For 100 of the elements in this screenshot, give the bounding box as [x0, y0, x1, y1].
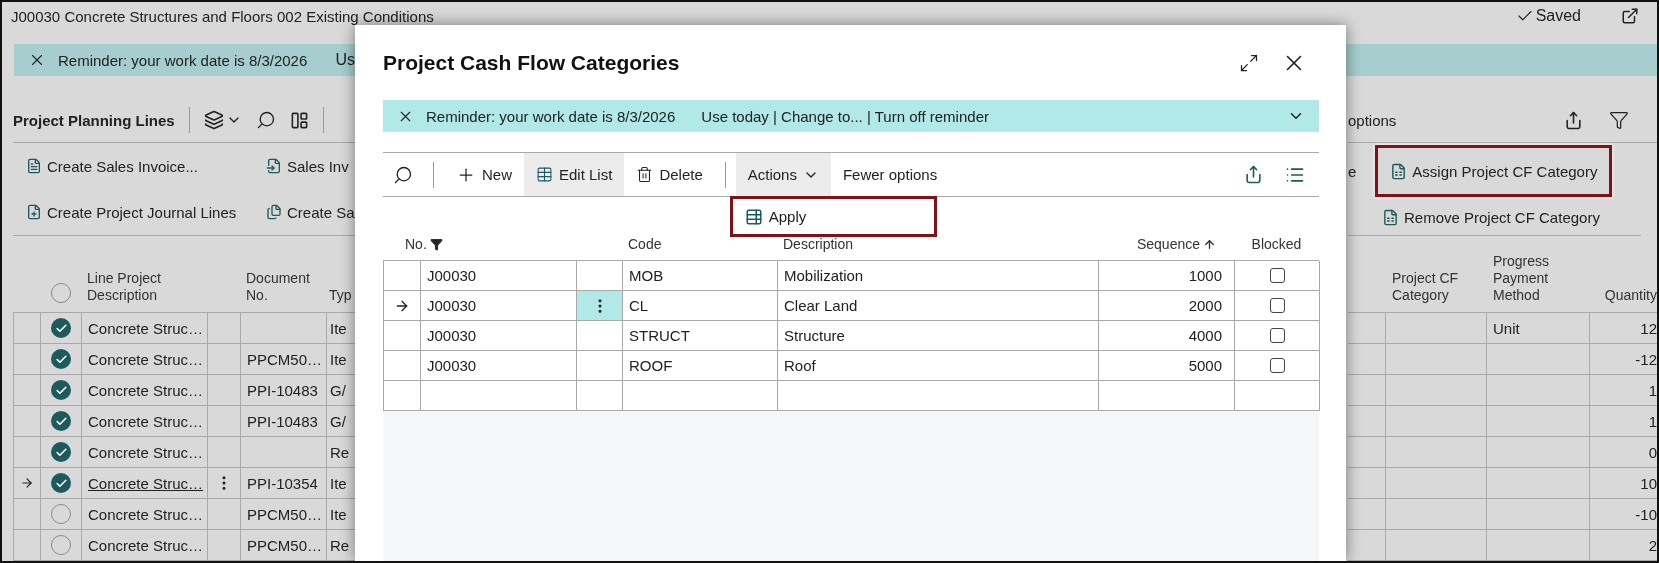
menu-item[interactable]: Apply — [729, 196, 937, 237]
column-header[interactable]: Blocked — [1251, 236, 1302, 252]
table-cell — [1348, 499, 1386, 530]
check-icon — [54, 476, 68, 490]
table-cell: CL — [623, 291, 778, 321]
table-cell: Concrete Struc… — [82, 437, 208, 468]
row-checkbox[interactable] — [51, 380, 71, 400]
document-icon — [26, 204, 42, 220]
reminder-text: Reminder: your work date is 8/3/2026 — [426, 107, 676, 125]
trash-icon — [636, 166, 654, 183]
toolbar-button[interactable]: Actions — [735, 153, 831, 196]
table-cell: 5000 — [1099, 351, 1235, 381]
toolbar-button[interactable]: Edit List — [524, 153, 625, 196]
document-icon — [1382, 208, 1399, 226]
table-cell: Roof — [778, 351, 1099, 381]
check-icon — [54, 383, 68, 397]
action-button[interactable]: Remove Project CF Category — [1382, 199, 1641, 235]
action-button-fragment[interactable]: e — [1348, 162, 1357, 180]
share-icon[interactable] — [1244, 165, 1263, 184]
table-cell: Concrete Struc… — [82, 406, 208, 437]
layers-icon[interactable] — [203, 110, 224, 130]
toolbar-button[interactable]: New — [444, 153, 524, 196]
table-cell: 1 — [1590, 406, 1657, 437]
reminder-text: Reminder: your work date is 8/3/2026 — [58, 51, 308, 69]
table-cell: Structure — [778, 321, 1099, 351]
column-header[interactable]: Description — [783, 236, 854, 252]
table-cell — [208, 344, 241, 375]
action-button[interactable]: Create Sa — [266, 194, 358, 230]
filter-icon[interactable] — [1609, 110, 1629, 130]
reminder-link[interactable]: Us — [335, 51, 355, 69]
column-header: Progress Payment Method — [1492, 253, 1551, 304]
column-header[interactable]: Sequence — [1136, 236, 1228, 252]
search-icon[interactable] — [393, 164, 413, 185]
table-cell: MOB — [623, 261, 778, 291]
toolbar-button[interactable]: Delete — [624, 153, 715, 196]
action-button[interactable]: Sales Inv — [266, 148, 358, 184]
blocked-checkbox[interactable] — [1269, 268, 1285, 283]
reminder-links[interactable]: Use today | Change to... | Turn off reminder — [701, 107, 989, 125]
table-cell: Concrete Struc… — [82, 530, 208, 561]
table-cell: 0 — [1590, 437, 1657, 468]
share-icon[interactable] — [1564, 110, 1583, 130]
table-cell: STRUCT — [623, 321, 778, 351]
column-header[interactable]: No. — [405, 236, 443, 252]
action-button[interactable]: Assign Project CF Category — [1375, 145, 1613, 197]
table-cell: PPCM50… — [241, 344, 327, 375]
table-cell: 1 — [1590, 375, 1657, 406]
table-cell: 10 — [1590, 468, 1657, 499]
more-options-link[interactable]: options — [1348, 111, 1397, 129]
check-icon — [54, 414, 68, 428]
blocked-checkbox[interactable] — [1269, 358, 1285, 373]
document-icon — [26, 158, 42, 174]
column-header: Project CF Category — [1391, 270, 1460, 304]
action-button[interactable]: Create Sales Invoice... — [26, 148, 266, 184]
table-cell: J00030 — [421, 321, 577, 351]
table-cell: ROOF — [623, 351, 778, 381]
check-icon — [54, 445, 68, 459]
table-cell — [1348, 375, 1386, 406]
saved-status: Saved — [1535, 7, 1581, 25]
row-checkbox[interactable] — [51, 349, 71, 369]
table-cell: Concrete Struc… — [82, 499, 208, 530]
open-window-icon[interactable] — [1621, 7, 1639, 25]
table-cell: Mobilization — [778, 261, 1099, 291]
action-button[interactable]: Create Project Journal Lines — [26, 194, 266, 230]
table-cell: Unit — [1487, 313, 1590, 344]
table-cell: PPI-10483 — [241, 375, 327, 406]
table-icon — [744, 207, 763, 226]
page-title: J00030 Concrete Structures and Floors 002 Existing Conditions — [11, 7, 434, 25]
search-icon[interactable] — [255, 110, 276, 130]
document-icon — [266, 158, 282, 174]
column-header: Typ — [328, 287, 353, 304]
column-header: Quantity — [1603, 287, 1657, 304]
expand-icon[interactable] — [1239, 52, 1259, 73]
blocked-checkbox[interactable] — [1269, 298, 1285, 313]
table-cell: PPCM50… — [241, 499, 327, 530]
table-cell — [1348, 406, 1386, 437]
check-icon — [54, 321, 68, 335]
column-header: Line Project Description — [86, 270, 162, 304]
row-checkbox[interactable] — [51, 473, 71, 493]
blocked-checkbox[interactable] — [1269, 328, 1285, 343]
table-cell: PPCM50… — [241, 530, 327, 561]
table-cell: 2 — [1590, 530, 1657, 561]
sort-arrow-icon — [1203, 237, 1216, 251]
table-cell: 1000 — [1099, 261, 1235, 291]
table-cell[interactable]: Concrete Struc… — [82, 468, 208, 499]
document-icon — [266, 204, 282, 220]
table-cell: Clear Land — [778, 291, 1099, 321]
toolbar-button[interactable]: Fewer options — [830, 153, 950, 196]
table-cell: 12 — [1590, 313, 1657, 344]
layout-icon[interactable] — [289, 110, 309, 130]
column-header[interactable]: Code — [628, 236, 662, 252]
table-cell — [1348, 344, 1386, 375]
document-icon — [1390, 162, 1408, 180]
row-checkbox[interactable] — [51, 442, 71, 462]
row-checkbox[interactable] — [51, 318, 71, 338]
table-cell: Concrete Struc… — [82, 344, 208, 375]
table-cell: Concrete Struc… — [82, 375, 208, 406]
table-cell — [208, 530, 241, 561]
table-cell: 2000 — [1099, 291, 1235, 321]
section-title: Project Planning Lines — [13, 111, 175, 129]
row-checkbox[interactable] — [51, 411, 71, 431]
